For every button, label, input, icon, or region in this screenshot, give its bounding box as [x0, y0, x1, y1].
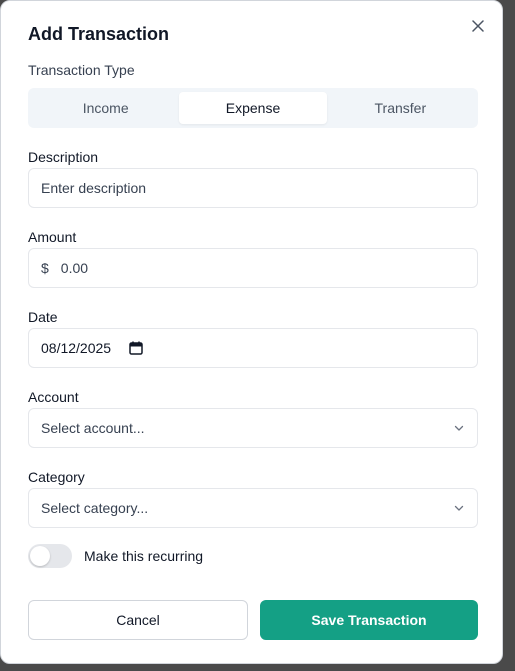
description-field [28, 168, 478, 208]
amount-input[interactable] [60, 260, 465, 276]
date-label: Date [28, 309, 58, 325]
cancel-button[interactable]: Cancel [28, 600, 248, 640]
recurring-toggle[interactable] [28, 544, 72, 568]
date-value: 08/12/2025 [41, 340, 112, 356]
account-placeholder: Select account... [41, 420, 145, 436]
transaction-type-label: Transaction Type [28, 62, 135, 78]
tab-income[interactable]: Income [32, 92, 179, 124]
chevron-down-icon [453, 502, 465, 514]
description-label: Description [28, 149, 99, 165]
transaction-type-selector: Income Expense Transfer [28, 88, 478, 128]
tab-transfer[interactable]: Transfer [327, 92, 474, 124]
close-button[interactable] [467, 15, 489, 37]
recurring-row: Make this recurring [28, 544, 203, 568]
save-transaction-button[interactable]: Save Transaction [260, 600, 478, 640]
date-input[interactable]: 08/12/2025 [28, 328, 478, 368]
amount-label: Amount [28, 229, 77, 245]
category-label: Category [28, 469, 85, 485]
category-select[interactable]: Select category... [28, 488, 478, 528]
account-label: Account [28, 389, 79, 405]
amount-field: $ [28, 248, 478, 288]
category-placeholder: Select category... [41, 500, 149, 516]
chevron-down-icon [453, 422, 465, 434]
account-select[interactable]: Select account... [28, 408, 478, 448]
close-icon [472, 20, 484, 32]
currency-symbol: $ [41, 260, 49, 276]
tab-expense[interactable]: Expense [179, 92, 327, 124]
toggle-knob [30, 546, 50, 566]
add-transaction-dialog: Add Transaction Transaction Type Income … [0, 0, 503, 664]
calendar-icon[interactable] [129, 341, 143, 355]
description-input[interactable] [41, 180, 465, 196]
dialog-title: Add Transaction [28, 24, 170, 44]
recurring-label: Make this recurring [84, 548, 204, 564]
